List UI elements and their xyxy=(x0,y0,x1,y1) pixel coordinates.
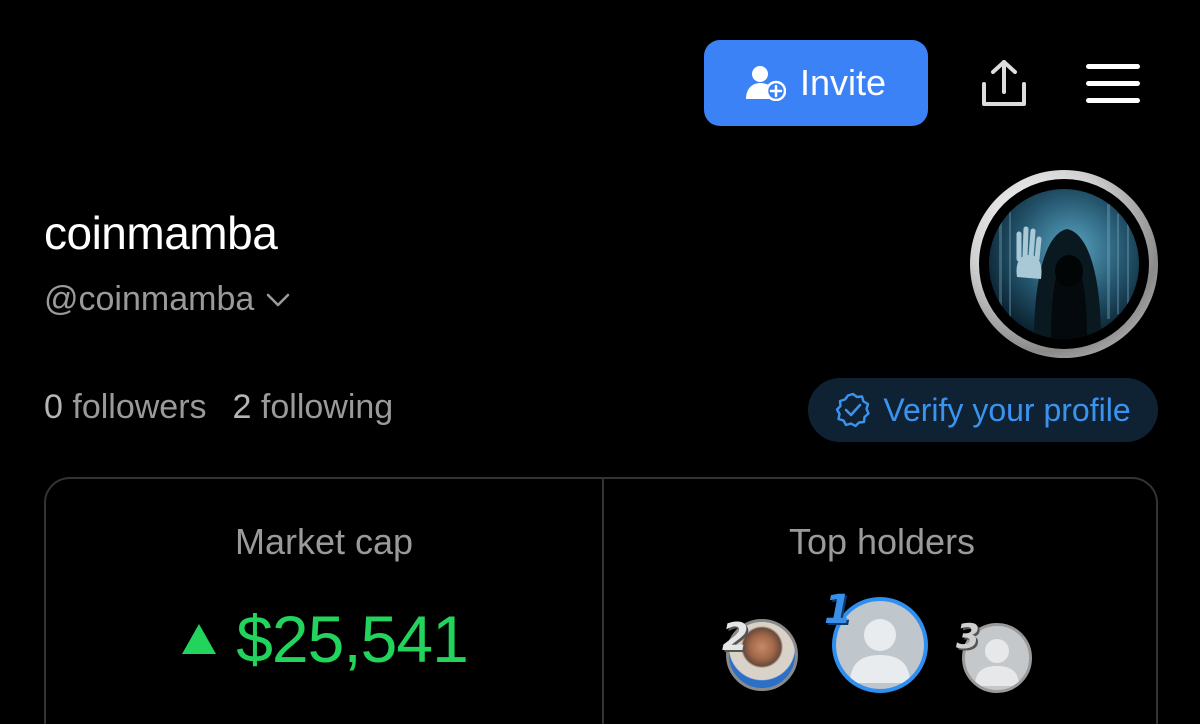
holder-rank-3: 3 xyxy=(956,617,980,657)
handle-selector[interactable]: @coinmamba xyxy=(44,280,292,319)
token-stats-card: Market cap $25,541 Top holders 2 1 3 xyxy=(44,477,1158,724)
chevron-down-icon xyxy=(266,293,290,306)
followers-stat[interactable]: 0 followers xyxy=(44,388,207,427)
follow-stats: 0 followers 2 following xyxy=(44,388,393,427)
share-icon[interactable] xyxy=(978,58,1030,110)
invite-button[interactable]: Invite xyxy=(704,40,928,126)
market-cap-value: $25,541 xyxy=(236,602,469,676)
profile-handle: @coinmamba xyxy=(44,280,255,318)
trend-up-icon xyxy=(182,624,217,654)
verified-badge-icon xyxy=(836,392,871,428)
verify-profile-button[interactable]: Verify your profile xyxy=(808,378,1158,442)
top-holder-3[interactable]: 3 xyxy=(956,617,1034,695)
market-cap-label: Market cap xyxy=(234,521,414,562)
invite-label: Invite xyxy=(799,62,887,103)
holder-rank-2: 2 xyxy=(722,615,749,659)
top-bar: Invite xyxy=(0,40,1200,126)
top-holder-2[interactable]: 2 xyxy=(722,615,802,695)
following-stat[interactable]: 2 following xyxy=(233,388,394,427)
profile-display-name: coinmamba xyxy=(44,207,278,259)
following-label: following xyxy=(260,388,394,426)
verify-label: Verify your profile xyxy=(883,391,1131,428)
market-cap-value-row: $25,541 xyxy=(46,601,602,677)
hamburger-menu-icon[interactable] xyxy=(1086,62,1140,106)
following-count: 2 xyxy=(232,388,252,426)
top-holders-label: Top holders xyxy=(788,521,976,562)
profile-avatar[interactable] xyxy=(970,170,1158,358)
followers-label: followers xyxy=(72,388,207,426)
card-divider xyxy=(602,479,604,724)
followers-count: 0 xyxy=(44,388,63,426)
holder-rank-1: 1 xyxy=(824,587,852,633)
add-user-icon xyxy=(745,66,786,101)
hooded-figure-avatar-image xyxy=(989,189,1139,339)
top-holder-1[interactable]: 1 xyxy=(824,587,928,693)
